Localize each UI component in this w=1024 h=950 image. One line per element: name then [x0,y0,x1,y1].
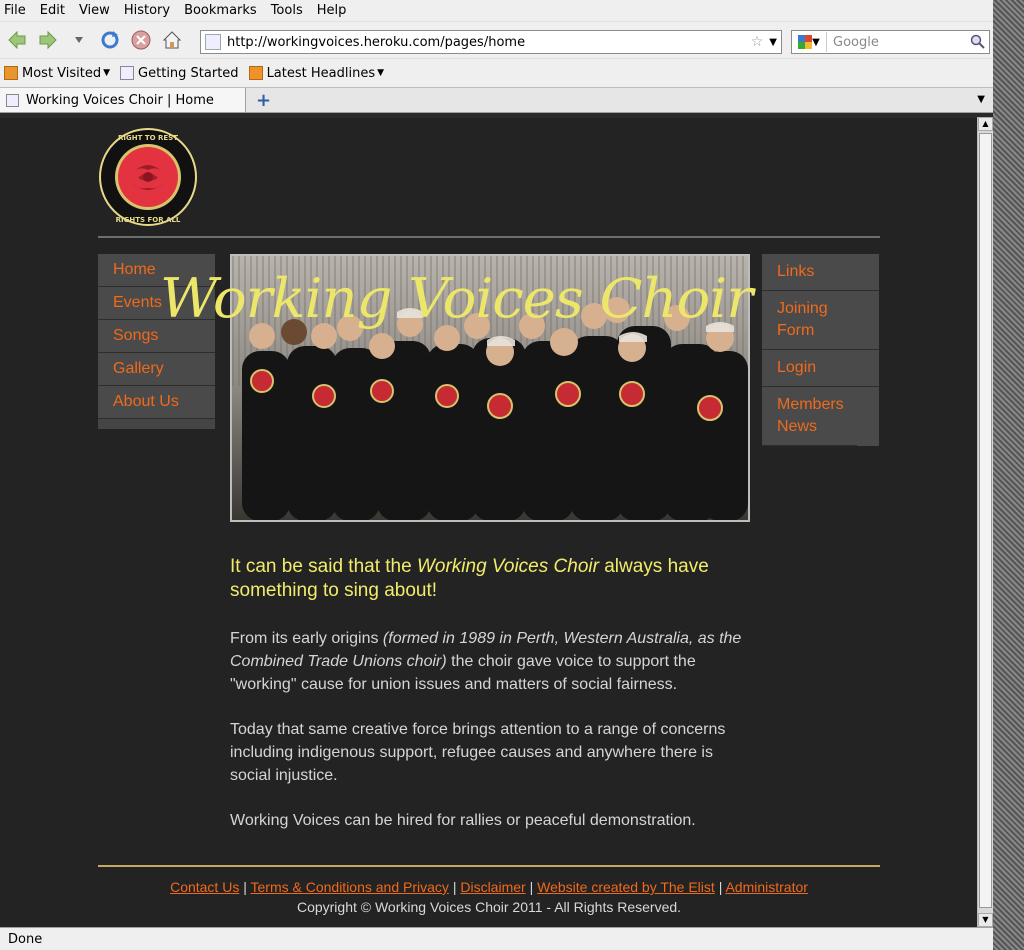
intro-heading: It can be said that the Working Voices C… [230,555,750,603]
google-icon [798,35,813,49]
tab-bar: Working Voices Choir | Home + ▼ [0,87,993,113]
menu-bookmarks[interactable]: Bookmarks [184,3,257,18]
logo-text-bottom: RIGHTS FOR ALL [116,216,181,224]
reload-icon [101,31,119,49]
footer-administrator[interactable]: Administrator [725,879,807,895]
new-tab-button[interactable]: + [256,90,271,111]
chevron-down-icon: ▼ [103,68,111,78]
desktop-background [993,0,1024,950]
choir-rose-logo[interactable]: RIGHT TO REST RIGHTS FOR ALL [98,128,198,226]
intro-pre: It can be said that the [230,556,417,577]
scroll-thumb[interactable] [979,133,992,908]
status-bar: Done [0,927,993,950]
tab-list-dropdown[interactable]: ▼ [977,94,985,105]
bookmark-label: Most Visited [22,65,102,81]
menu-view[interactable]: View [79,3,110,18]
nav-joining-form[interactable]: Joining Form [762,291,879,350]
bookmark-label: Latest Headlines [266,65,376,81]
footer-website-credit[interactable]: Website created by The Elist [537,879,715,895]
stop-icon [131,30,151,50]
url-text[interactable]: http://workingvoices.heroku.com/pages/ho… [227,35,751,50]
footer-disclaimer[interactable]: Disclaimer [460,879,525,895]
bookmarks-toolbar: Most Visited ▼ Getting Started Latest He… [0,58,993,87]
footer-separator: | [718,879,723,895]
menu-file[interactable]: File [4,3,26,18]
intro-choir-name: Working Voices Choir [416,556,599,577]
browser-chrome: File Edit View History Bookmarks Tools H… [0,0,993,113]
hero-title: Working Voices Choir [160,267,753,330]
bookmark-getting-started[interactable]: Getting Started [120,66,239,81]
back-arrow-icon [8,30,26,50]
tab-home[interactable]: Working Voices Choir | Home [0,88,246,112]
scroll-down-arrow[interactable]: ▼ [978,913,993,927]
menu-tools[interactable]: Tools [271,3,303,18]
footer-divider [98,865,880,867]
right-navigation: Links Joining Form Login Members News [762,254,879,446]
footer-terms[interactable]: Terms & Conditions and Privacy [251,879,449,895]
home-icon [162,31,182,49]
url-dropdown-icon[interactable]: ▼ [769,37,777,48]
menu-help[interactable]: Help [317,3,347,18]
history-dropdown[interactable] [65,26,93,54]
bookmark-latest-headlines[interactable]: Latest Headlines ▼ [248,65,385,81]
site-identity-icon[interactable] [205,34,221,50]
menu-bar: File Edit View History Bookmarks Tools H… [0,0,993,21]
back-button[interactable] [3,26,31,54]
page-icon [120,66,135,80]
logo-text-top: RIGHT TO REST [118,134,178,142]
bookmark-most-visited[interactable]: Most Visited ▼ [4,66,110,81]
footer-links: Contact Us | Terms & Conditions and Priv… [98,879,880,895]
nav-about-us[interactable]: About Us [98,386,215,419]
footer-separator: | [452,879,457,895]
paragraph-origins: From its early origins (formed in 1989 i… [230,627,750,696]
forward-button[interactable] [34,26,62,54]
stop-button[interactable] [127,26,155,54]
forward-arrow-icon [39,30,57,50]
paragraph-today: Today that same creative force brings at… [230,721,726,784]
status-text: Done [8,931,43,947]
chevron-down-icon: ▼ [812,36,820,48]
bookmark-star-icon[interactable]: ☆ [751,34,764,50]
bookmark-label: Getting Started [138,65,239,81]
address-bar[interactable]: http://workingvoices.heroku.com/pages/ho… [200,30,782,54]
home-button[interactable] [158,26,186,54]
tab-title: Working Voices Choir | Home [26,92,214,108]
nav-members-news[interactable]: Members News [762,387,857,446]
page-viewport: RIGHT TO REST RIGHTS FOR ALL Home Events… [0,118,977,927]
menu-history[interactable]: History [124,3,170,18]
nav-login[interactable]: Login [762,350,879,387]
footer-separator: | [529,879,534,895]
nav-links[interactable]: Links [762,254,879,291]
rss-folder-icon [4,66,18,80]
vertical-scrollbar[interactable]: ▲ ▼ [977,117,993,927]
chevron-down-icon: ▼ [377,68,385,78]
copyright-text: Copyright © Working Voices Choir 2011 - … [296,899,682,915]
search-bar[interactable]: ▼ Google [791,30,990,54]
footer-separator: | [243,879,247,895]
paragraph-hire: Working Voices can be hired for rallies … [230,812,696,829]
page-favicon-icon [6,93,19,107]
search-icon[interactable] [970,34,986,50]
search-engine-selector[interactable]: ▼ [792,32,827,52]
search-input[interactable]: Google [827,35,970,50]
header-divider [98,236,880,238]
nav-gallery[interactable]: Gallery [98,353,215,386]
origins-pre: From its early origins [230,630,383,647]
scroll-up-arrow[interactable]: ▲ [978,117,993,131]
menu-edit[interactable]: Edit [40,3,65,18]
footer-contact-us[interactable]: Contact Us [170,879,239,895]
chevron-down-icon [75,37,83,43]
rss-icon [248,66,263,80]
reload-button[interactable] [96,26,124,54]
